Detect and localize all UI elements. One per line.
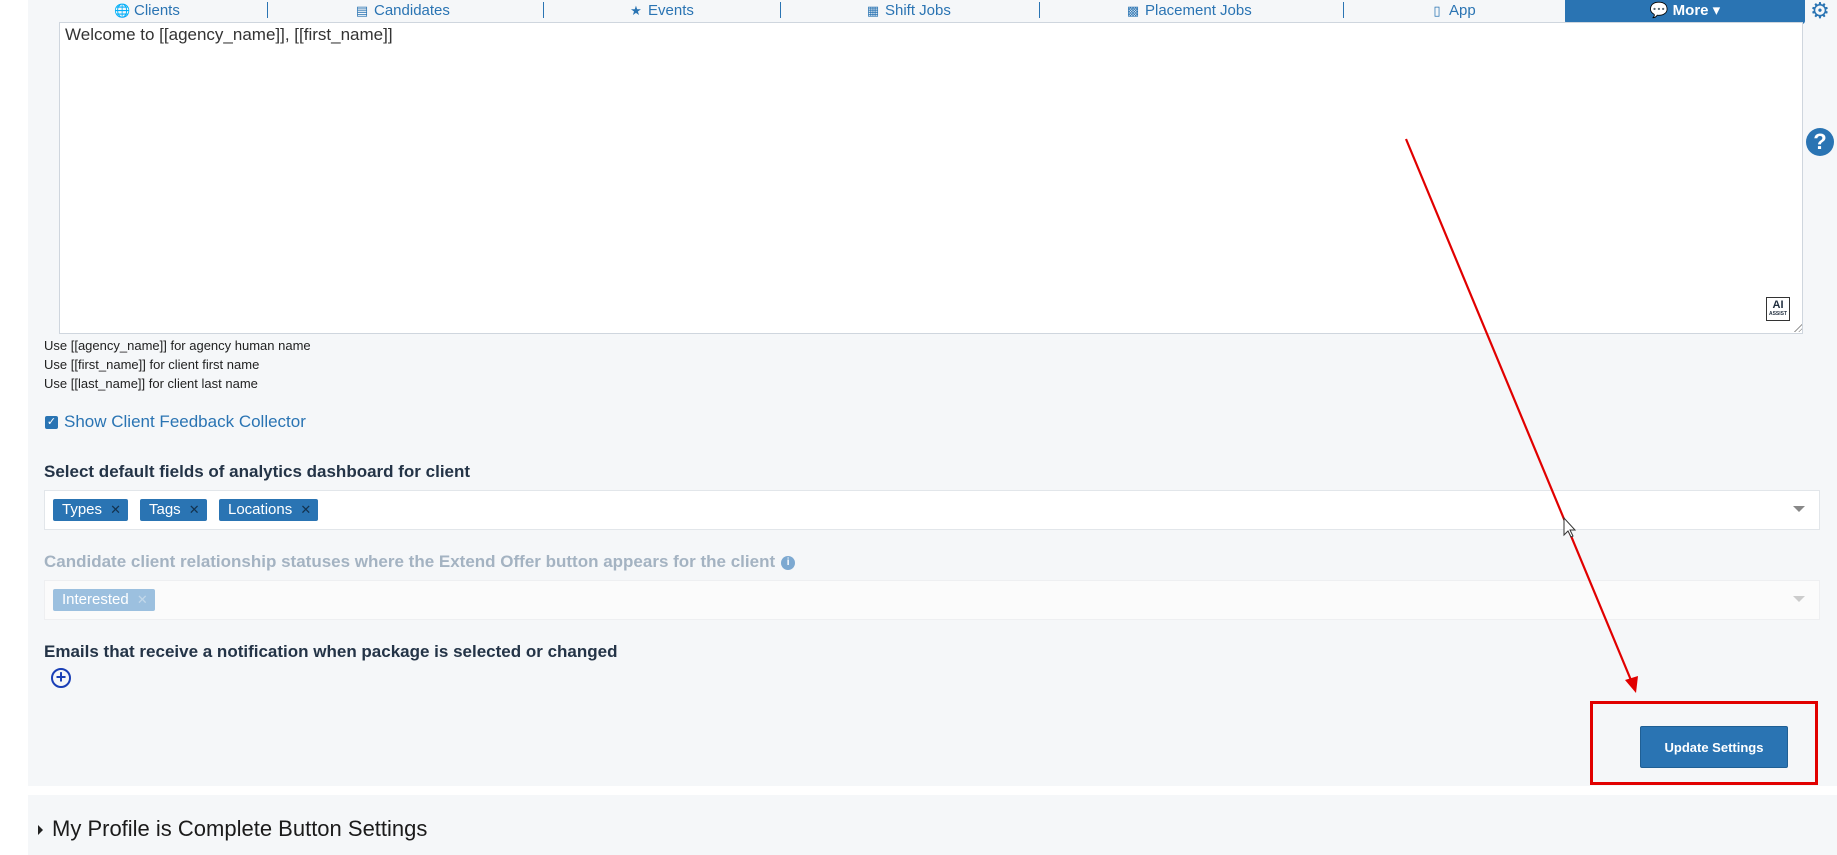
calendar-icon: ▦ — [866, 3, 880, 18]
hint-last-name: Use [[last_name]] for client last name — [44, 376, 258, 391]
tag-locations: Locations ✕ — [219, 499, 319, 521]
info-icon[interactable]: i — [781, 555, 796, 570]
analytics-fields-label: Select default fields of analytics dashb… — [44, 462, 471, 481]
dropdown-caret-icon — [1793, 596, 1805, 602]
mobile-icon: ▯ — [1433, 3, 1441, 18]
feedback-collector-checkbox[interactable]: ✓ — [45, 416, 58, 430]
nav-separator — [267, 2, 268, 18]
globe-icon: 🌐 — [114, 3, 131, 18]
resize-handle[interactable] — [1793, 323, 1802, 332]
annotation-highlight-box — [1590, 701, 1818, 785]
nav-app[interactable]: ▯ App — [1429, 1, 1475, 21]
nav-separator — [543, 2, 544, 18]
extend-offer-label: Candidate client relationship statuses w… — [44, 552, 796, 572]
hint-agency-name: Use [[agency_name]] for agency human nam… — [44, 338, 311, 353]
section-toggle-profile-complete[interactable]: My Profile is Complete Button Settings — [52, 816, 427, 842]
nav-events[interactable]: ★ Events — [628, 1, 694, 21]
tag-types: Types ✕ — [53, 499, 129, 521]
nav-shift-jobs[interactable]: ▦ Shift Jobs — [865, 1, 951, 21]
id-badge-icon: ▤ — [355, 3, 369, 18]
hint-first-name: Use [[first_name]] for client first name — [44, 357, 260, 372]
more-menu-button[interactable]: 💬 More ▾ — [1565, 0, 1805, 24]
remove-tag-icon[interactable]: ✕ — [110, 499, 121, 521]
gear-icon[interactable]: ⚙ — [1808, 0, 1832, 24]
tag-interested: Interested ✕ — [53, 589, 155, 611]
caret-down-icon: ▾ — [1712, 2, 1721, 19]
nav-separator — [1343, 2, 1344, 18]
briefcase-icon: ▩ — [1126, 3, 1140, 18]
editor-content: Welcome to [[agency_name]], [[first_name… — [65, 25, 393, 44]
nav-candidates[interactable]: ▤ Candidates — [354, 1, 450, 21]
feedback-collector-option[interactable]: ✓ Show Client Feedback Collector — [45, 412, 306, 432]
nav-placement-jobs[interactable]: ▩ Placement Jobs — [1125, 1, 1252, 21]
add-email-icon[interactable]: + — [51, 668, 71, 688]
nav-separator — [780, 2, 781, 18]
help-icon[interactable]: ? — [1806, 128, 1834, 156]
remove-tag-icon[interactable]: ✕ — [300, 499, 311, 521]
chat-icon: 💬 — [1649, 2, 1669, 19]
remove-tag-icon: ✕ — [136, 592, 148, 607]
tag-tags: Tags ✕ — [140, 499, 207, 521]
message-editor[interactable]: Welcome to [[agency_name]], [[first_name… — [59, 22, 1803, 334]
extend-offer-select: Interested ✕ — [44, 580, 1820, 620]
top-nav: 🌐 Clients ▤ Candidates ★ Events ▦ Shift Jobs… — [0, 0, 1837, 26]
nav-separator — [1039, 2, 1040, 18]
nav-clients[interactable]: 🌐 Clients — [114, 1, 180, 21]
notification-emails-label: Emails that receive a notification when … — [44, 642, 618, 661]
dropdown-caret-icon[interactable] — [1793, 506, 1805, 512]
expand-arrow-icon[interactable] — [38, 825, 43, 835]
trophy-icon: ★ — [630, 3, 642, 18]
analytics-fields-select[interactable]: Types ✕ Tags ✕ Locations ✕ — [44, 490, 1820, 530]
remove-tag-icon[interactable]: ✕ — [189, 499, 200, 521]
ai-assist-button[interactable]: AI ASSIST — [1766, 297, 1790, 321]
